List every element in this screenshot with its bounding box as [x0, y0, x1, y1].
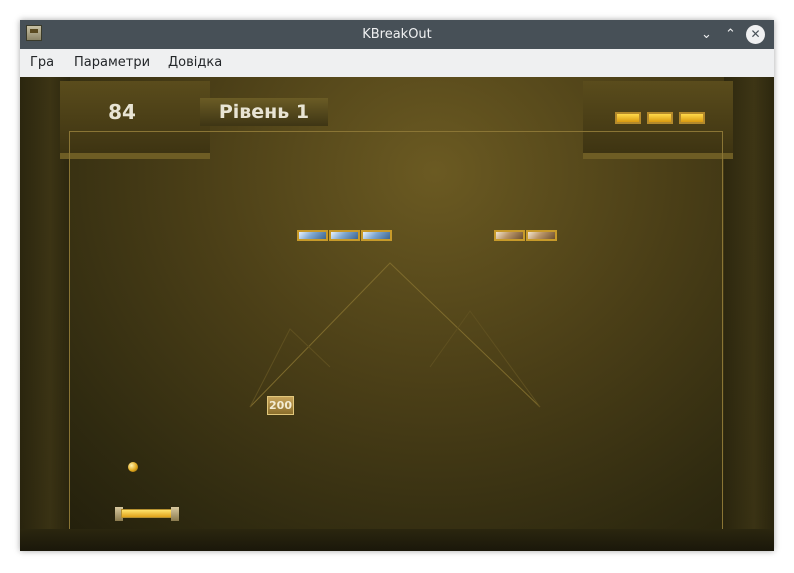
brick-brown: [526, 230, 557, 241]
game-canvas[interactable]: 84 Рівень 1 200: [20, 77, 774, 551]
life-indicator: [679, 112, 705, 124]
life-indicator: [615, 112, 641, 124]
paddle[interactable]: [115, 507, 179, 521]
brick-blue: [329, 230, 360, 241]
brick-blue: [297, 230, 328, 241]
score-display: 84: [108, 100, 136, 124]
menu-game[interactable]: Гра: [30, 49, 54, 77]
close-button[interactable]: ✕: [746, 25, 765, 44]
level-display: Рівень 1: [218, 101, 310, 123]
brick-blue: [361, 230, 392, 241]
window-title: KBreakOut: [362, 27, 432, 42]
app-window: KBreakOut ⌄ ⌃ ✕ Гра Параметри Довідка 84…: [20, 20, 774, 551]
titlebar[interactable]: KBreakOut ⌄ ⌃ ✕: [20, 20, 774, 49]
menu-settings[interactable]: Параметри: [74, 49, 150, 77]
paddle-body: [121, 509, 173, 518]
brick-brown: [494, 230, 525, 241]
menubar: Гра Параметри Довідка: [20, 49, 774, 77]
paddle-right-cap: [171, 507, 179, 521]
minimize-button[interactable]: ⌄: [697, 25, 716, 44]
playfield-frame: [69, 131, 723, 531]
menu-help[interactable]: Довідка: [168, 49, 222, 77]
bonus-200: 200: [267, 396, 294, 415]
maximize-button[interactable]: ⌃: [721, 25, 740, 44]
bottom-band: [20, 529, 774, 551]
ball: [128, 462, 138, 472]
life-indicator: [647, 112, 673, 124]
